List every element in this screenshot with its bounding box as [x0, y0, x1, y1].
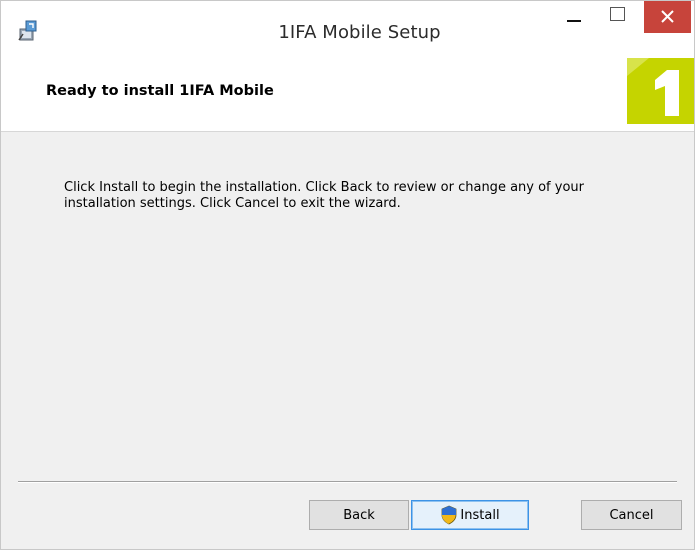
instructions-text: Click Install to begin the installation.… — [64, 180, 584, 211]
install-button-label: Install — [460, 507, 500, 523]
minimize-icon[interactable] — [559, 1, 589, 31]
cancel-button[interactable]: Cancel — [581, 500, 682, 530]
uac-shield-icon — [442, 505, 457, 525]
maximize-icon[interactable] — [603, 1, 633, 31]
title-bar[interactable]: 1IFA Mobile Setup — [1, 1, 694, 48]
logo: 1 — [627, 58, 694, 124]
page-title: Ready to install 1IFA Mobile — [46, 83, 274, 99]
back-button[interactable]: Back — [309, 500, 409, 530]
install-button[interactable]: Install — [411, 500, 529, 530]
close-icon[interactable] — [644, 1, 691, 33]
setup-window: 1IFA Mobile Setup Ready to install 1IFA … — [0, 0, 695, 550]
window-title: 1IFA Mobile Setup — [278, 22, 441, 43]
footer-divider — [18, 481, 677, 483]
back-button-label: Back — [343, 507, 375, 523]
header-banner: Ready to install 1IFA Mobile 1 — [1, 48, 694, 132]
cancel-button-label: Cancel — [609, 507, 654, 523]
content-area: Click Install to begin the installation.… — [1, 132, 694, 477]
